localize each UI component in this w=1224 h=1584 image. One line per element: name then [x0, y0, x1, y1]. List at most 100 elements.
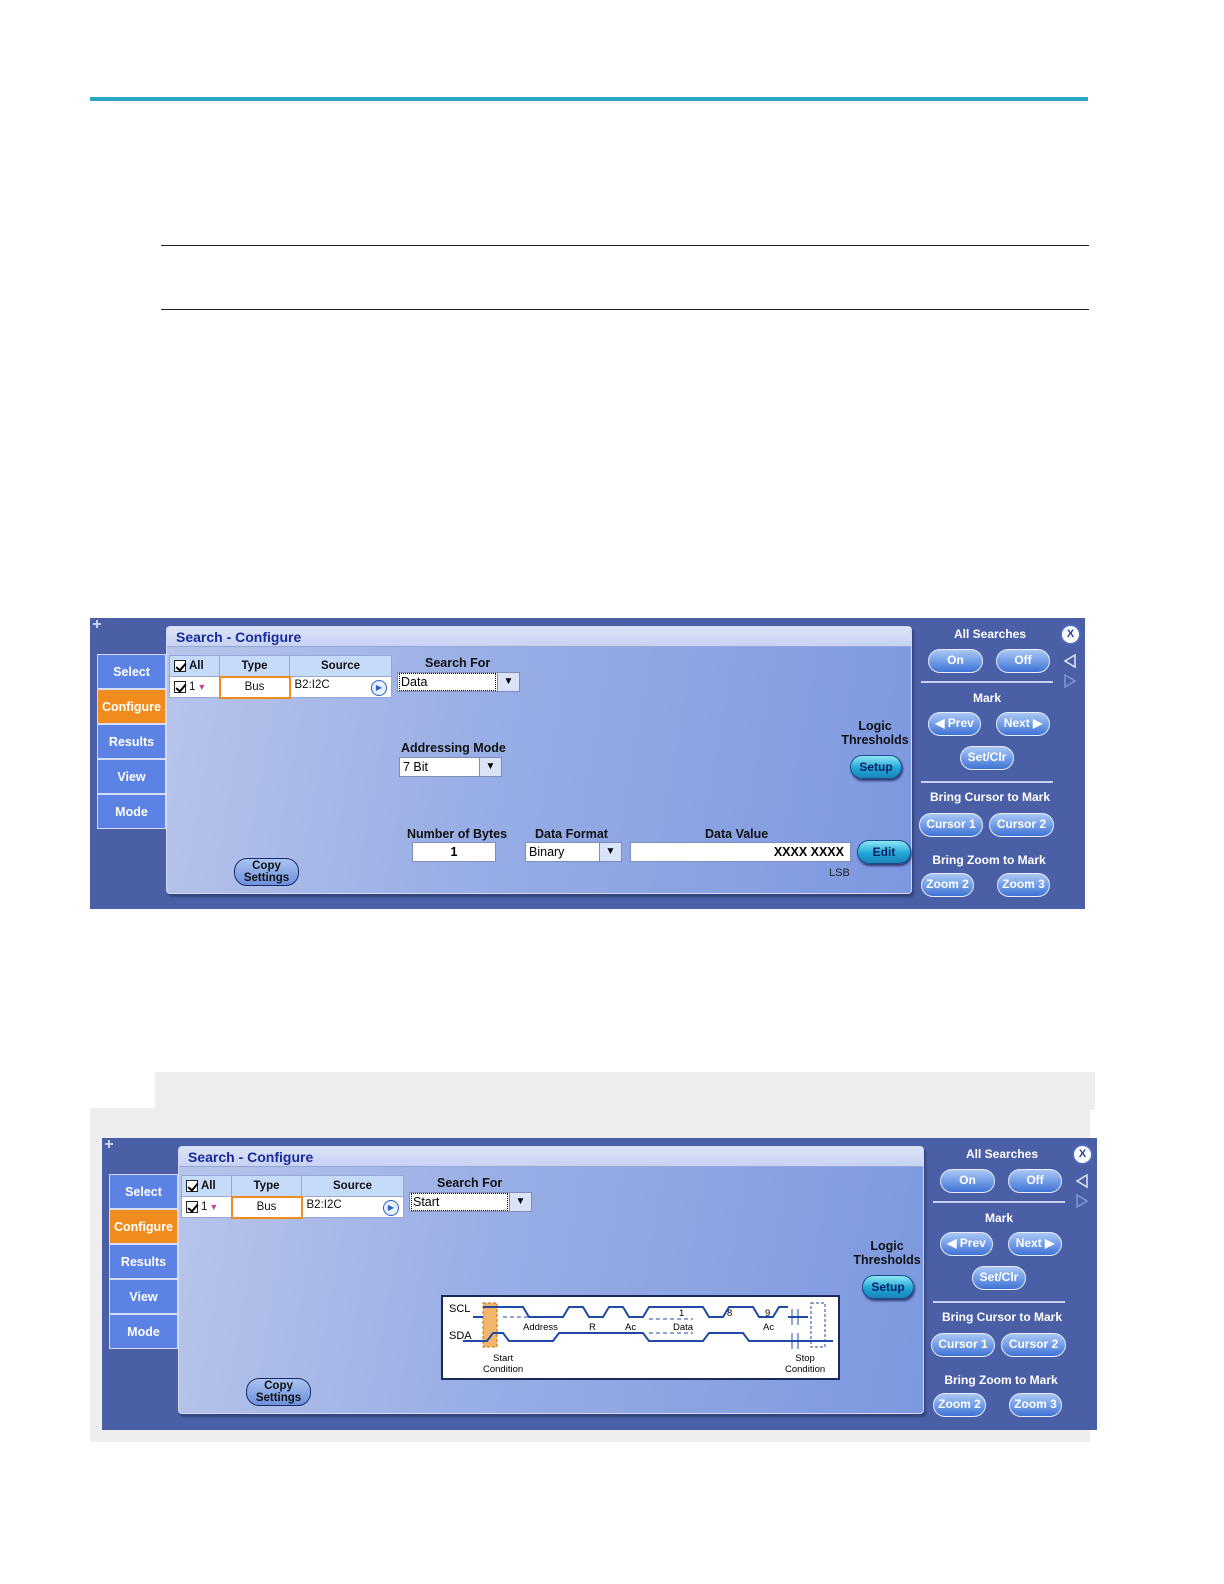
tab-view[interactable]: View [109, 1279, 178, 1314]
source-go-icon[interactable]: ▶ [371, 679, 387, 696]
setup-button[interactable]: Setup [862, 1275, 914, 1299]
row-checkbox[interactable] [186, 1200, 198, 1213]
close-icon[interactable]: X [1072, 1144, 1093, 1165]
background-band [155, 1072, 1095, 1110]
address-label: Address [523, 1322, 558, 1333]
side-tabs: Select Configure Results View Mode [97, 654, 166, 829]
search-configure-panel-data: Select Configure Results View Mode Searc… [90, 618, 1085, 909]
source-go-icon[interactable]: ▶ [383, 1199, 399, 1216]
setup-button[interactable]: Setup [850, 755, 902, 779]
row-select-cell[interactable]: 1 ▼ [181, 1196, 232, 1218]
cursor1-button[interactable]: Cursor 1 [919, 813, 983, 837]
addressing-mode-dropdown[interactable]: 7 Bit ▼ [399, 757, 502, 777]
all-searches-off-button[interactable]: Off [996, 649, 1050, 673]
chevron-down-icon[interactable]: ▼ [479, 758, 501, 776]
row-checkbox[interactable] [174, 680, 186, 693]
search-for-label: Search For [425, 656, 491, 670]
zoom3-button[interactable]: Zoom 3 [997, 873, 1050, 897]
all-checkbox[interactable] [186, 1179, 198, 1192]
set-clear-mark-button[interactable]: Set/Clr [972, 1266, 1026, 1290]
all-header[interactable]: All [181, 1175, 232, 1197]
logic-thresholds-label: Logic Thresholds [841, 719, 909, 747]
header-accent-rule [90, 97, 1088, 101]
search-table: All Type Source 1 ▼ Bus B2:I2C ▶ [181, 1175, 404, 1219]
ack1-label: Ac [625, 1322, 637, 1333]
tab-results[interactable]: Results [109, 1244, 178, 1279]
chevron-down-icon[interactable]: ▼ [509, 1193, 531, 1211]
search-for-dropdown[interactable]: Data ▼ [397, 672, 520, 692]
zoom3-button[interactable]: Zoom 3 [1009, 1393, 1062, 1417]
type-header: Type [219, 655, 290, 677]
set-clear-mark-button[interactable]: Set/Clr [960, 746, 1014, 770]
table-row[interactable]: 1 ▼ Bus B2:I2C ▶ [169, 675, 392, 699]
addressing-mode-value: 7 Bit [403, 760, 429, 774]
collapse-arrows-icon[interactable] [1063, 654, 1077, 690]
chevron-down-icon[interactable]: ▼ [599, 843, 621, 861]
panel-move-handle[interactable] [105, 1140, 113, 1148]
all-searches-on-button[interactable]: On [928, 649, 983, 673]
close-icon[interactable]: X [1060, 624, 1081, 645]
edit-button[interactable]: Edit [857, 840, 911, 864]
copy-settings-button[interactable]: Copy Settings [234, 858, 299, 886]
tab-configure[interactable]: Configure [97, 689, 166, 724]
row-type-cell[interactable]: Bus [230, 1195, 303, 1219]
mark-label: Mark [972, 691, 1001, 705]
all-searches-on-button[interactable]: On [940, 1169, 995, 1193]
zoom2-button[interactable]: Zoom 2 [933, 1393, 986, 1417]
tab-select[interactable]: Select [97, 654, 166, 689]
copy-settings-button[interactable]: Copy Settings [246, 1378, 311, 1406]
collapse-arrows-icon[interactable] [1075, 1174, 1089, 1210]
cursor2-button[interactable]: Cursor 2 [989, 813, 1054, 837]
row-source-cell[interactable]: B2:I2C ▶ [289, 676, 392, 698]
tab-configure[interactable]: Configure [109, 1209, 178, 1244]
number-of-bytes-input[interactable]: 1 [412, 842, 496, 862]
bring-zoom-label: Bring Zoom to Mark [932, 853, 1046, 867]
data-value-input[interactable]: XXXX XXXX [630, 842, 851, 862]
source-header: Source [301, 1175, 404, 1197]
prev-mark-button[interactable]: ◀ Prev [940, 1232, 993, 1256]
search-for-dropdown[interactable]: Start ▼ [409, 1192, 532, 1212]
row-marker-icon: ▼ [209, 1202, 219, 1213]
number-of-bytes-label: Number of Bytes [407, 827, 508, 841]
all-checkbox[interactable] [174, 659, 186, 672]
search-for-value: Data [399, 673, 496, 691]
lsb-label: LSB [829, 867, 850, 879]
bit1-label: 1 [679, 1308, 685, 1319]
rw-label: R [589, 1322, 596, 1333]
bring-cursor-label: Bring Cursor to Mark [929, 790, 1050, 804]
search-for-label: Search For [437, 1176, 503, 1190]
tab-mode[interactable]: Mode [109, 1314, 178, 1349]
chevron-down-icon[interactable]: ▼ [497, 673, 519, 691]
divider-rule-top [161, 245, 1089, 246]
panel-move-handle[interactable] [93, 620, 101, 628]
all-searches-label: All Searches [953, 627, 1027, 641]
cursor1-button[interactable]: Cursor 1 [931, 1333, 995, 1357]
start-condition-diagram: SCL SDA Address R Ac Data Ac 1 8 9 Start… [441, 1295, 840, 1380]
stop-condition-label: Stop Condition [785, 1353, 826, 1375]
tab-results[interactable]: Results [97, 724, 166, 759]
data-format-label: Data Format [535, 827, 608, 841]
prev-mark-button[interactable]: ◀ Prev [928, 712, 981, 736]
cursor2-button[interactable]: Cursor 2 [1001, 1333, 1066, 1357]
search-for-value: Start [411, 1193, 508, 1211]
next-mark-button[interactable]: Next ▶ [996, 712, 1050, 736]
next-mark-button[interactable]: Next ▶ [1008, 1232, 1062, 1256]
data-format-dropdown[interactable]: Binary ▼ [525, 842, 622, 862]
search-configure-panel-start: Select Configure Results View Mode Searc… [102, 1138, 1097, 1430]
tab-view[interactable]: View [97, 759, 166, 794]
row-type-cell[interactable]: Bus [218, 675, 291, 699]
zoom2-button[interactable]: Zoom 2 [921, 873, 974, 897]
row-select-cell[interactable]: 1 ▼ [169, 676, 220, 698]
separator [933, 1301, 1065, 1303]
row-marker-icon: ▼ [197, 682, 207, 693]
separator [921, 681, 1053, 683]
all-searches-off-button[interactable]: Off [1008, 1169, 1062, 1193]
search-table: All Type Source 1 ▼ Bus B2:I2C ▶ [169, 655, 392, 699]
tab-select[interactable]: Select [109, 1174, 178, 1209]
all-header[interactable]: All [169, 655, 220, 677]
table-row[interactable]: 1 ▼ Bus B2:I2C ▶ [181, 1195, 404, 1219]
addressing-mode-label: Addressing Mode [401, 741, 506, 755]
row-source-cell[interactable]: B2:I2C ▶ [301, 1196, 404, 1218]
all-searches-label: All Searches [965, 1147, 1039, 1161]
tab-mode[interactable]: Mode [97, 794, 166, 829]
